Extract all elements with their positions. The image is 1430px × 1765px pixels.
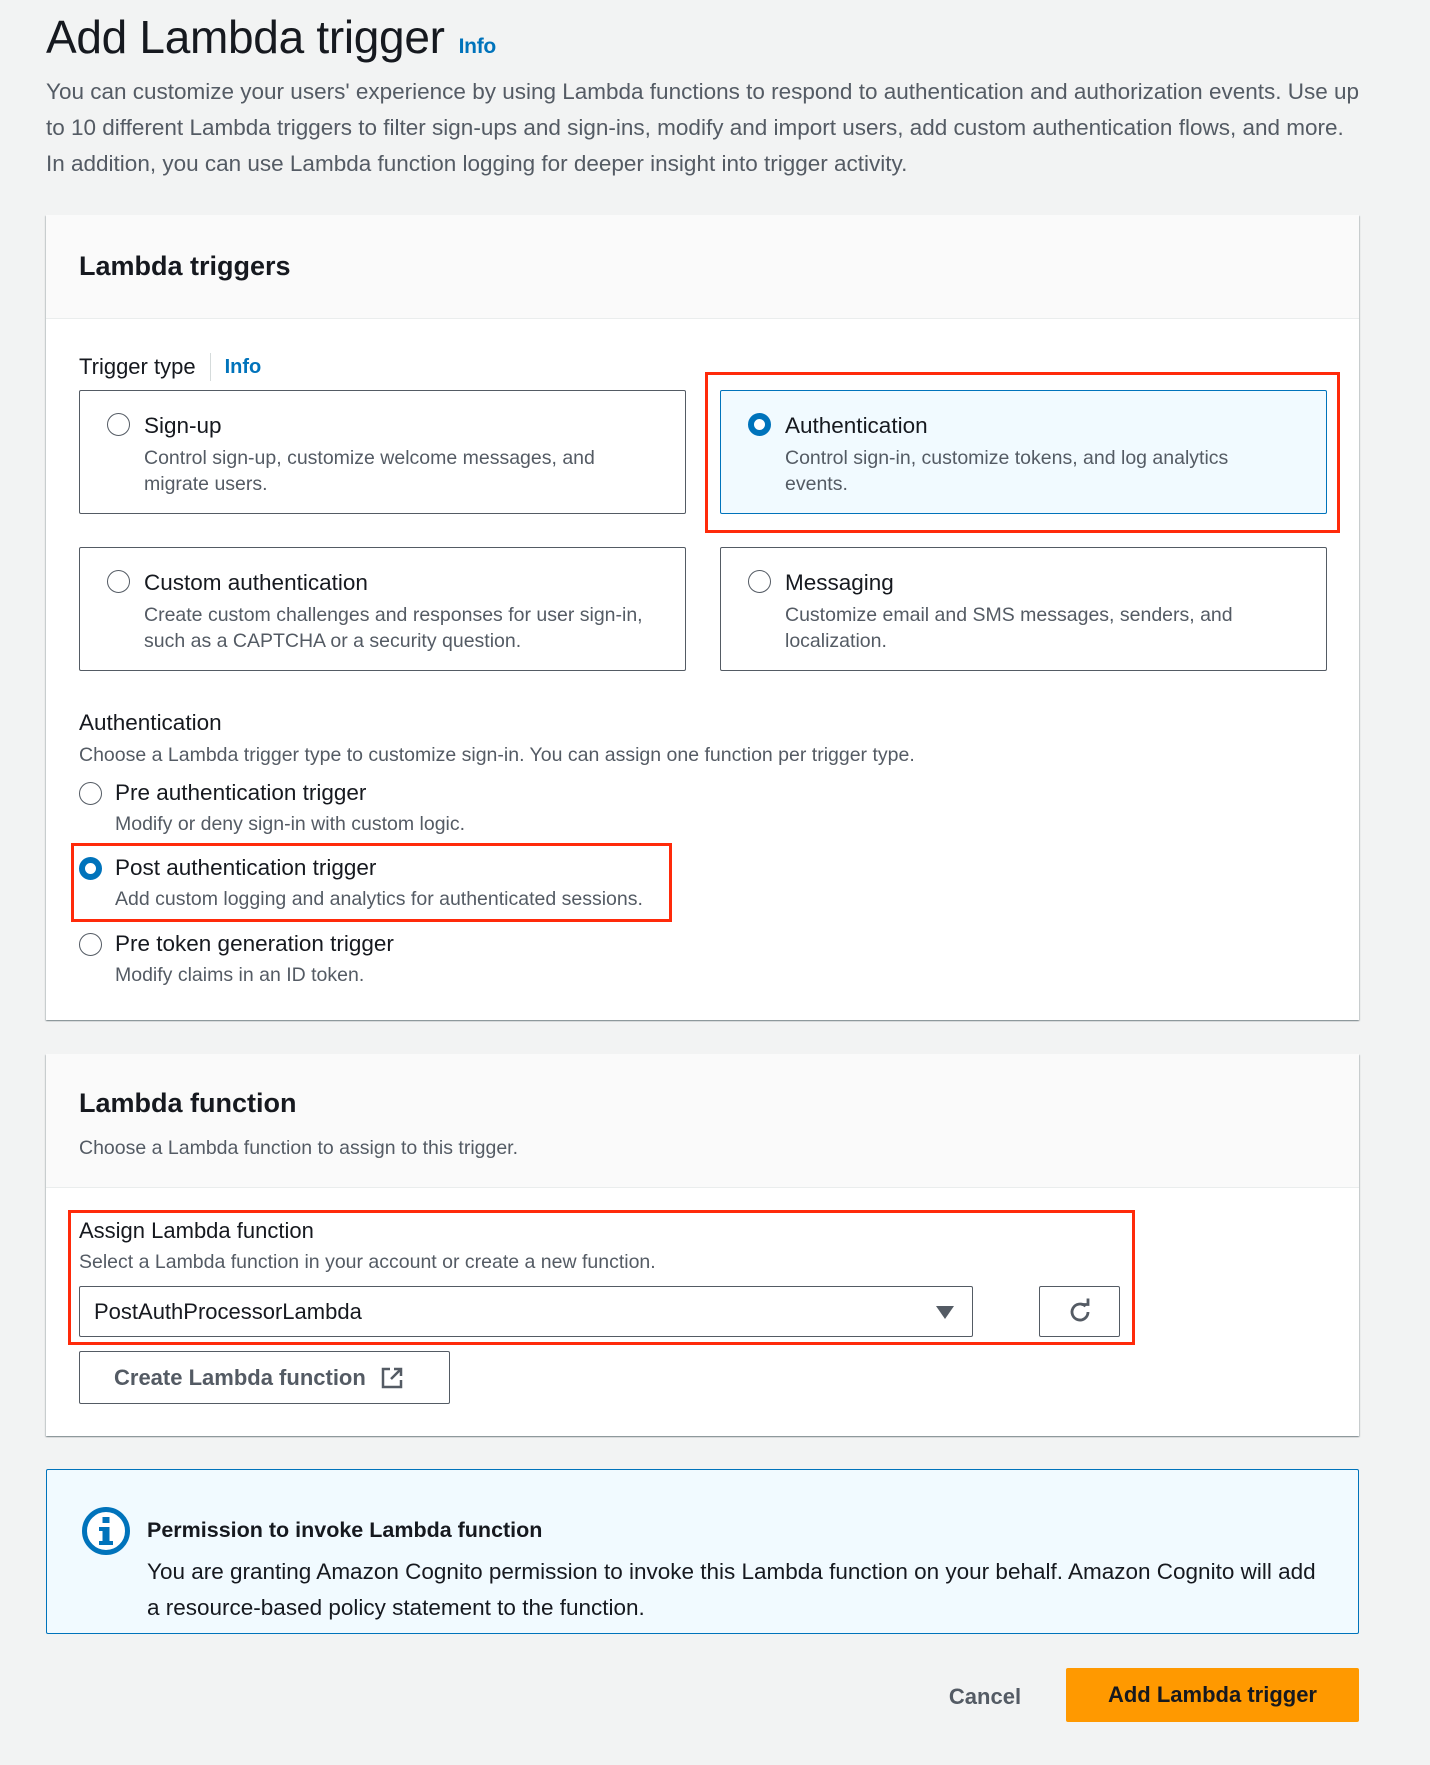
page-title-text: Add Lambda trigger (46, 11, 445, 63)
lambda-triggers-panel-header: Lambda triggers (46, 215, 1359, 319)
tile-description: Customize email and SMS messages, sender… (785, 604, 1233, 652)
lambda-function-select[interactable]: PostAuthProcessorLambda (79, 1286, 973, 1337)
create-lambda-function-button[interactable]: Create Lambda function (79, 1351, 450, 1404)
option-pre-authentication[interactable]: Pre authentication trigger Modify or den… (79, 778, 465, 837)
refresh-icon (1070, 1298, 1089, 1321)
lambda-function-panel: Lambda function Choose a Lambda function… (46, 1054, 1359, 1436)
option-title: Post authentication trigger (115, 855, 377, 880)
assign-function-description: Select a Lambda function in your account… (79, 1251, 656, 1273)
option-description: Modify claims in an ID token. (115, 964, 365, 986)
tile-sign-up[interactable]: Sign-up Control sign-up, customize welco… (79, 390, 686, 514)
page-description: You can customize your users' experience… (46, 79, 1360, 176)
tile-sign-up-radio[interactable] (107, 413, 130, 436)
lambda-function-description: Choose a Lambda function to assign to th… (79, 1137, 519, 1159)
caret-down-icon (936, 1306, 954, 1319)
trigger-type-label: Trigger type Info (79, 353, 261, 381)
tile-description: Control sign-up, customize welcome messa… (144, 447, 595, 495)
info-circle-icon (81, 1506, 131, 1561)
option-pre-authentication-radio[interactable] (79, 782, 102, 805)
lambda-function-heading: Lambda function (79, 1088, 297, 1118)
option-description: Modify or deny sign-in with custom logic… (115, 813, 466, 835)
option-title: Pre token generation trigger (115, 931, 394, 956)
cancel-button[interactable]: Cancel (935, 1672, 1035, 1722)
tile-custom-authentication[interactable]: Custom authentication Create custom chal… (79, 547, 686, 671)
alert-title: Permission to invoke Lambda function (147, 1518, 543, 1542)
tile-custom-authentication-radio[interactable] (107, 570, 130, 593)
option-pre-token-generation-radio[interactable] (79, 933, 102, 956)
auth-section-title: Authentication (79, 710, 222, 735)
external-link-icon (380, 1366, 404, 1390)
option-post-authentication[interactable]: Post authentication trigger Add custom l… (79, 853, 643, 912)
option-post-authentication-radio[interactable] (79, 857, 102, 880)
lambda-triggers-panel: Lambda triggers Trigger type Info Sign-u… (46, 215, 1359, 1020)
alert-body: You are granting Amazon Cognito permissi… (147, 1559, 1316, 1620)
lambda-function-select-value: PostAuthProcessorLambda (94, 1298, 362, 1324)
tile-authentication[interactable]: Authentication Control sign-in, customiz… (720, 390, 1327, 514)
label-divider (209, 353, 211, 381)
assign-function-label: Assign Lambda function (79, 1218, 314, 1243)
permission-info-alert: Permission to invoke Lambda function You… (46, 1469, 1359, 1634)
tile-description: Control sign-in, customize tokens, and l… (785, 447, 1229, 495)
auth-section-description: Choose a Lambda trigger type to customiz… (79, 744, 915, 766)
option-pre-token-generation[interactable]: Pre token generation trigger Modify clai… (79, 929, 394, 988)
tile-title: Authentication (785, 413, 928, 438)
lambda-function-panel-header: Lambda function Choose a Lambda function… (46, 1054, 1359, 1188)
lambda-triggers-heading: Lambda triggers (79, 251, 291, 281)
trigger-type-label-text: Trigger type (79, 354, 196, 379)
tile-authentication-radio[interactable] (748, 413, 771, 436)
create-lambda-function-label: Create Lambda function (114, 1364, 366, 1390)
tile-title: Sign-up (144, 413, 222, 438)
tile-title: Custom authentication (144, 570, 368, 595)
option-description: Add custom logging and analytics for aut… (115, 888, 643, 910)
tile-description: Create custom challenges and responses f… (144, 604, 643, 652)
tile-messaging-radio[interactable] (748, 570, 771, 593)
page-title: Add Lambda trigger Info (46, 10, 496, 64)
tile-title: Messaging (785, 570, 894, 595)
add-lambda-trigger-button[interactable]: Add Lambda trigger (1066, 1668, 1359, 1722)
trigger-type-info-link[interactable]: Info (225, 356, 262, 379)
refresh-functions-button[interactable] (1039, 1286, 1120, 1337)
tile-messaging[interactable]: Messaging Customize email and SMS messag… (720, 547, 1327, 671)
option-title: Pre authentication trigger (115, 780, 367, 805)
page-info-link[interactable]: Info (459, 35, 497, 59)
